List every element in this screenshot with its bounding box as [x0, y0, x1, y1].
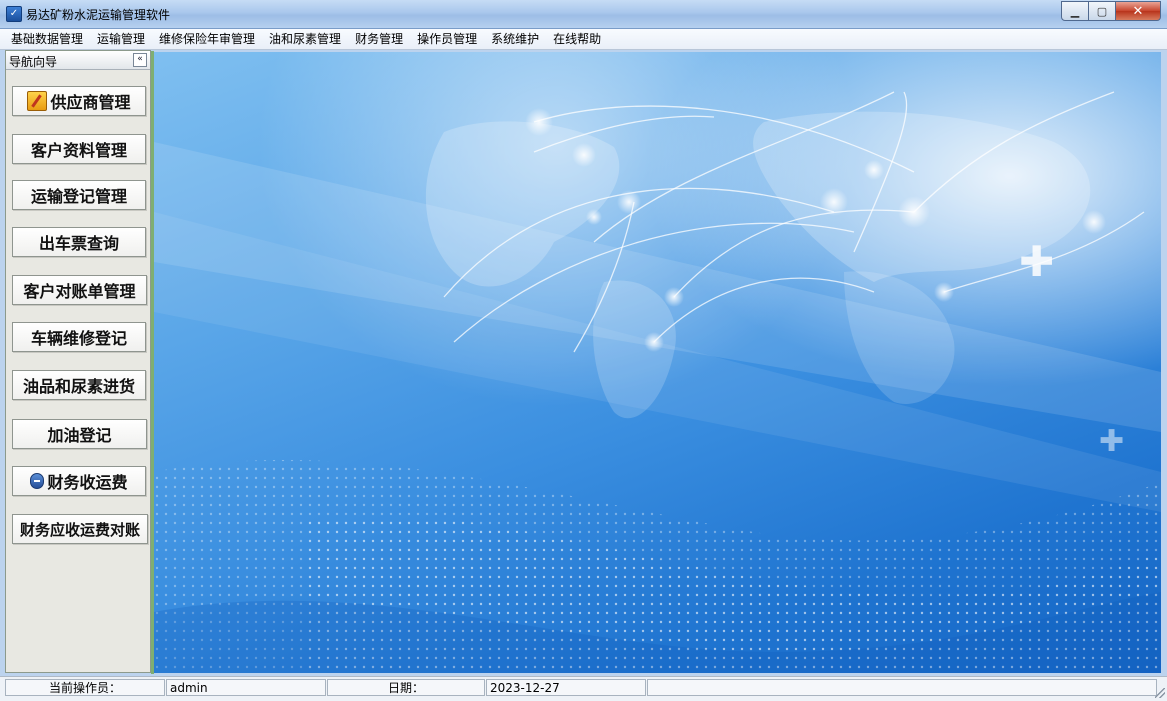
app-window: ✓ 易达矿粉水泥运输管理软件 ▁ ▢ ✕ 基础数据管理 运输管理 维修保险年审管…	[0, 0, 1167, 701]
menu-help[interactable]: 在线帮助	[546, 29, 608, 49]
nav-button-vehicle-repair[interactable]: 车辆维修登记	[12, 322, 146, 352]
menu-oil-urea[interactable]: 油和尿素管理	[262, 29, 348, 49]
nav-button-statement[interactable]: 客户对账单管理	[12, 275, 147, 305]
menu-system[interactable]: 系统维护	[484, 29, 546, 49]
collapse-panel-button[interactable]: «	[133, 53, 147, 67]
menu-basic-data[interactable]: 基础数据管理	[4, 29, 90, 49]
nav-button-customer[interactable]: 客户资料管理	[12, 134, 146, 164]
nav-button-collect-freight[interactable]: 财务收运费	[12, 466, 146, 496]
menu-operators[interactable]: 操作员管理	[410, 29, 484, 49]
window-controls: ▁ ▢ ✕	[1061, 1, 1161, 21]
nav-button-label: 运输登记管理	[30, 187, 127, 206]
operator-label: 当前操作员：	[5, 679, 165, 696]
nav-button-label: 出车票查询	[38, 234, 119, 253]
nav-button-label: 客户对账单管理	[23, 282, 136, 301]
resize-grip-icon[interactable]	[1155, 688, 1165, 698]
close-button[interactable]: ✕	[1115, 1, 1161, 21]
operator-value: admin	[166, 679, 326, 696]
edit-icon	[27, 91, 48, 111]
date-value: 2023-12-27	[486, 679, 646, 696]
app-logo-icon: ✓	[6, 6, 22, 22]
medical-cross-icon-small: ✚	[1099, 424, 1125, 459]
nav-button-oil-purchase[interactable]: 油品和尿素进货	[12, 370, 146, 400]
status-bar: 当前操作员： admin 日期： 2023-12-27	[0, 676, 1167, 701]
navigation-panel: 导航向导 « 供应商管理 客户资料管理 运输登记管理 出车票查询 客户对账单管理…	[5, 50, 154, 674]
money-icon	[30, 473, 45, 489]
date-label: 日期：	[327, 679, 485, 696]
window-title: 易达矿粉水泥运输管理软件	[26, 8, 171, 22]
nav-button-label: 油品和尿素进货	[22, 377, 135, 396]
nav-button-ticket-query[interactable]: 出车票查询	[12, 227, 146, 257]
nav-header: 导航向导 «	[6, 51, 150, 70]
minimize-button[interactable]: ▁	[1061, 1, 1089, 21]
nav-button-refuel[interactable]: 加油登记	[12, 419, 147, 449]
nav-button-label: 客户资料管理	[30, 141, 127, 160]
title-bar[interactable]: ✓ 易达矿粉水泥运输管理软件 ▁ ▢ ✕	[0, 0, 1167, 29]
nav-button-label: 财务应收运费对账	[19, 520, 140, 539]
nav-button-receivable-reconcile[interactable]: 财务应收运费对账	[12, 514, 148, 544]
status-empty-panel	[647, 679, 1157, 696]
nav-button-label: 加油登记	[47, 426, 112, 445]
menu-bar: 基础数据管理 运输管理 维修保险年审管理 油和尿素管理 财务管理 操作员管理 系…	[0, 29, 1167, 50]
nav-button-label: 财务收运费	[47, 473, 128, 492]
nav-button-label: 供应商管理	[50, 93, 131, 112]
maximize-button[interactable]: ▢	[1088, 1, 1116, 21]
nav-button-supplier[interactable]: 供应商管理	[12, 86, 146, 116]
nav-button-transport-register[interactable]: 运输登记管理	[12, 180, 146, 210]
nav-button-label: 车辆维修登记	[30, 329, 127, 348]
main-workspace: ✚ ✚	[154, 52, 1161, 673]
menu-finance[interactable]: 财务管理	[348, 29, 410, 49]
menu-transport[interactable]: 运输管理	[90, 29, 152, 49]
menu-maintenance-insurance[interactable]: 维修保险年审管理	[152, 29, 262, 49]
world-map-background	[154, 91, 1161, 673]
medical-cross-icon: ✚	[1019, 237, 1055, 286]
nav-title: 导航向导	[9, 55, 58, 69]
